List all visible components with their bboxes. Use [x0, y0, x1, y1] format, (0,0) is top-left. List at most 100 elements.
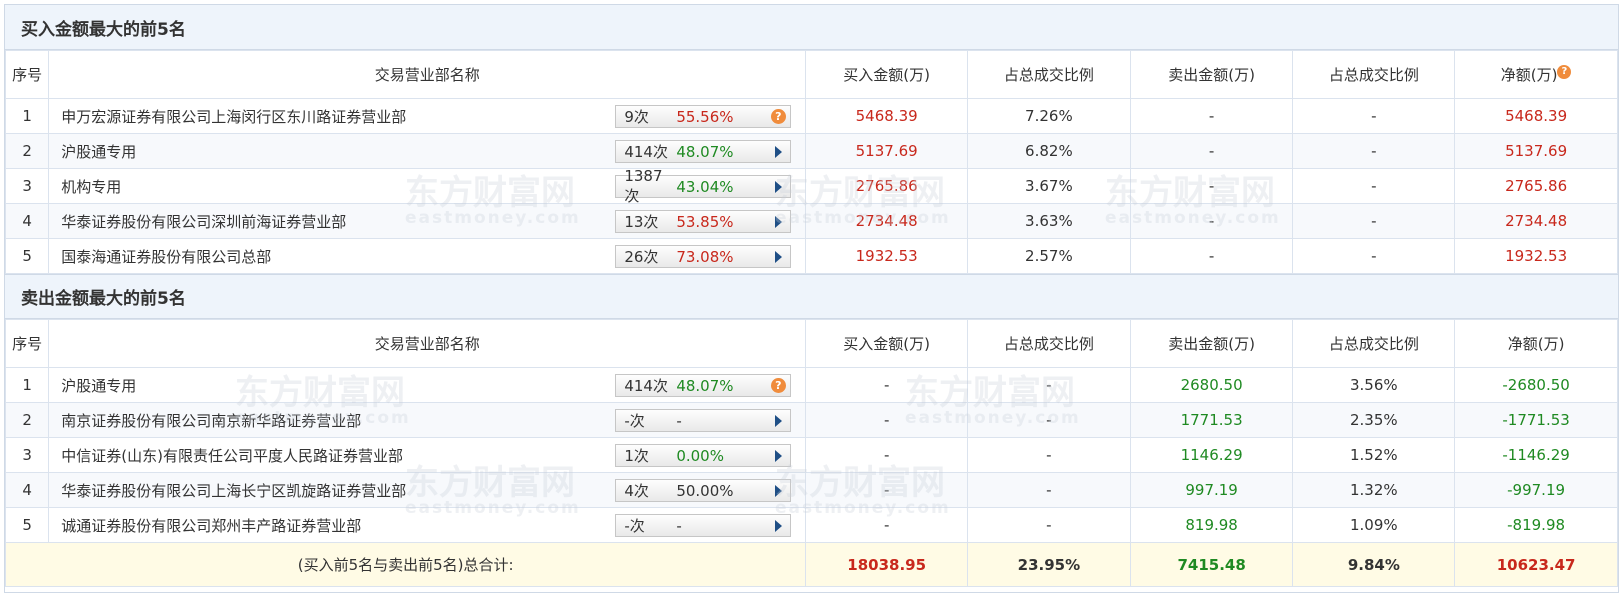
row-sell: 1146.29 — [1129, 437, 1294, 473]
broker-name[interactable]: 华泰证券股份有限公司上海长宁区凯旋路证券营业部 — [61, 480, 406, 501]
history-badge[interactable]: 1387次 43.04% — [615, 167, 792, 205]
table-row: 4 华泰证券股份有限公司上海长宁区凯旋路证券营业部 4次 50.00% - -997.19… — [4, 472, 1618, 508]
total-label: (买入前5名与卖出前5名)总合计: — [4, 542, 807, 587]
history-pct: 50.00% — [676, 481, 734, 500]
row-buy-ratio: 6.82% — [967, 133, 1131, 169]
badge-action[interactable]: ? — [766, 375, 790, 396]
broker-name[interactable]: 申万宏源证券有限公司上海闵行区东川路证券营业部 — [61, 106, 406, 127]
sell-section-title: 卖出金额最大的前5名 — [5, 274, 1618, 319]
row-net: 5137.69 — [1454, 133, 1618, 169]
row-net: 2765.86 — [1454, 168, 1618, 204]
table-row: 3 机构专用 1387次 43.04% 2765.86 3.67% - -2765.86 — [4, 167, 1618, 205]
row-buy-ratio: - — [967, 507, 1131, 543]
row-name-cell: 华泰证券股份有限公司深圳前海证券营业部 13次 53.85% — [48, 203, 807, 239]
row-buy: 5137.69 — [805, 133, 969, 169]
row-net: -1146.29 — [1454, 437, 1618, 473]
history-badge[interactable]: 26次 73.08% — [615, 245, 792, 268]
arrow-right-icon[interactable] — [774, 449, 782, 462]
col-seq: 序号 — [4, 50, 50, 99]
row-name-cell: 华泰证券股份有限公司上海长宁区凯旋路证券营业部 4次 50.00% — [48, 472, 807, 508]
row-sell-ratio: 3.56% — [1292, 367, 1456, 403]
history-badge[interactable]: -次 - — [615, 409, 792, 432]
badge-action[interactable] — [766, 515, 790, 536]
history-count: 26次 — [624, 248, 659, 266]
row-sell: - — [1129, 98, 1294, 134]
row-sell-ratio: - — [1292, 98, 1456, 134]
row-sell-ratio: 1.32% — [1292, 472, 1456, 508]
badge-action[interactable] — [766, 141, 790, 162]
row-sell: - — [1129, 238, 1294, 274]
col-name: 交易营业部名称 — [48, 319, 807, 368]
row-name-cell: 国泰海通证券股份有限公司总部 26次 73.08% — [48, 238, 807, 274]
question-icon[interactable]: ? — [770, 378, 786, 393]
broker-name[interactable]: 国泰海通证券股份有限公司总部 — [61, 246, 271, 267]
total-buy-ratio: 23.95% — [967, 542, 1131, 587]
history-count: 9次 — [624, 108, 649, 126]
arrow-right-icon[interactable] — [774, 145, 782, 158]
row-name-cell: 机构专用 1387次 43.04% — [48, 167, 807, 205]
arrow-right-icon[interactable] — [774, 180, 782, 193]
row-sell: - — [1129, 168, 1294, 204]
history-count: -次 — [624, 412, 645, 430]
col-buy: 买入金额(万) — [805, 50, 969, 99]
badge-action[interactable] — [766, 246, 790, 267]
table-row: 1 沪股通专用 414次 48.07%? - -2680.50 3.56% -2680.50 — [4, 367, 1618, 403]
badge-action[interactable] — [766, 480, 790, 501]
history-badge[interactable]: 414次 48.07%? — [615, 374, 792, 397]
broker-name[interactable]: 华泰证券股份有限公司深圳前海证券营业部 — [61, 211, 346, 232]
history-badge[interactable]: 9次 55.56%? — [615, 105, 792, 128]
broker-name[interactable]: 南京证券股份有限公司南京新华路证券营业部 — [61, 410, 361, 431]
table-row: 3 中信证券(山东)有限责任公司平度人民路证券营业部 1次 0.00% - -1146.2… — [4, 437, 1618, 473]
row-buy-ratio: 3.63% — [967, 203, 1131, 239]
row-sell-ratio: - — [1292, 238, 1456, 274]
row-name-cell: 中信证券(山东)有限责任公司平度人民路证券营业部 1次 0.00% — [48, 437, 807, 473]
broker-name[interactable]: 沪股通专用 — [61, 141, 136, 162]
arrow-right-icon[interactable] — [774, 215, 782, 228]
broker-name[interactable]: 沪股通专用 — [61, 375, 136, 396]
row-net: -997.19 — [1454, 472, 1618, 508]
total-sell-ratio: 9.84% — [1292, 542, 1456, 587]
broker-name[interactable]: 机构专用 — [61, 176, 121, 197]
arrow-right-icon[interactable] — [774, 519, 782, 532]
table-row: 2 南京证券股份有限公司南京新华路证券营业部 -次 - - -1771.53 2.35% -1… — [4, 402, 1618, 438]
badge-action[interactable] — [766, 445, 790, 466]
row-buy-ratio: 3.67% — [967, 168, 1131, 204]
row-sell: - — [1129, 203, 1294, 239]
row-sell-ratio: - — [1292, 133, 1456, 169]
buy-section-title: 买入金额最大的前5名 — [5, 5, 1618, 50]
badge-action[interactable] — [766, 211, 790, 232]
history-count: 414次 — [624, 143, 668, 161]
row-sell: - — [1129, 133, 1294, 169]
col-net: 净额(万)? — [1454, 50, 1618, 99]
row-net: -1771.53 — [1454, 402, 1618, 438]
history-badge[interactable]: 414次 48.07% — [615, 140, 792, 163]
history-badge[interactable]: 13次 53.85% — [615, 210, 792, 233]
broker-name[interactable]: 中信证券(山东)有限责任公司平度人民路证券营业部 — [61, 445, 403, 466]
arrow-right-icon[interactable] — [774, 414, 782, 427]
history-badge[interactable]: 4次 50.00% — [615, 479, 792, 502]
history-pct: 0.00% — [676, 446, 724, 465]
total-net: 10623.47 — [1454, 542, 1618, 587]
total-sell: 7415.48 — [1129, 542, 1294, 587]
history-badge[interactable]: -次 - — [615, 514, 792, 537]
badge-action[interactable] — [766, 410, 790, 431]
col-net-label: 净额(万) — [1500, 66, 1558, 84]
row-seq: 4 — [4, 472, 50, 508]
history-pct: 48.07% — [676, 142, 734, 161]
question-icon[interactable]: ? — [770, 109, 786, 124]
badge-action[interactable]: ? — [766, 106, 790, 127]
arrow-right-icon[interactable] — [774, 250, 782, 263]
arrow-right-icon[interactable] — [774, 484, 782, 497]
table-row: 5 国泰海通证券股份有限公司总部 26次 73.08% 1932.53 2.57% - -19… — [4, 238, 1618, 274]
col-buy: 买入金额(万) — [805, 319, 969, 368]
row-seq: 4 — [4, 203, 50, 239]
badge-action[interactable] — [766, 176, 790, 197]
question-icon[interactable]: ? — [1557, 65, 1572, 79]
row-buy-ratio: - — [967, 437, 1131, 473]
row-seq: 3 — [4, 437, 50, 473]
broker-name[interactable]: 诚通证券股份有限公司郑州丰产路证券营业部 — [61, 515, 361, 536]
table-row: 2 沪股通专用 414次 48.07% 5137.69 6.82% - -5137.69 — [4, 133, 1618, 169]
history-count: -次 — [624, 517, 645, 535]
history-badge[interactable]: 1次 0.00% — [615, 444, 792, 467]
row-name-cell: 诚通证券股份有限公司郑州丰产路证券营业部 -次 - — [48, 507, 807, 543]
